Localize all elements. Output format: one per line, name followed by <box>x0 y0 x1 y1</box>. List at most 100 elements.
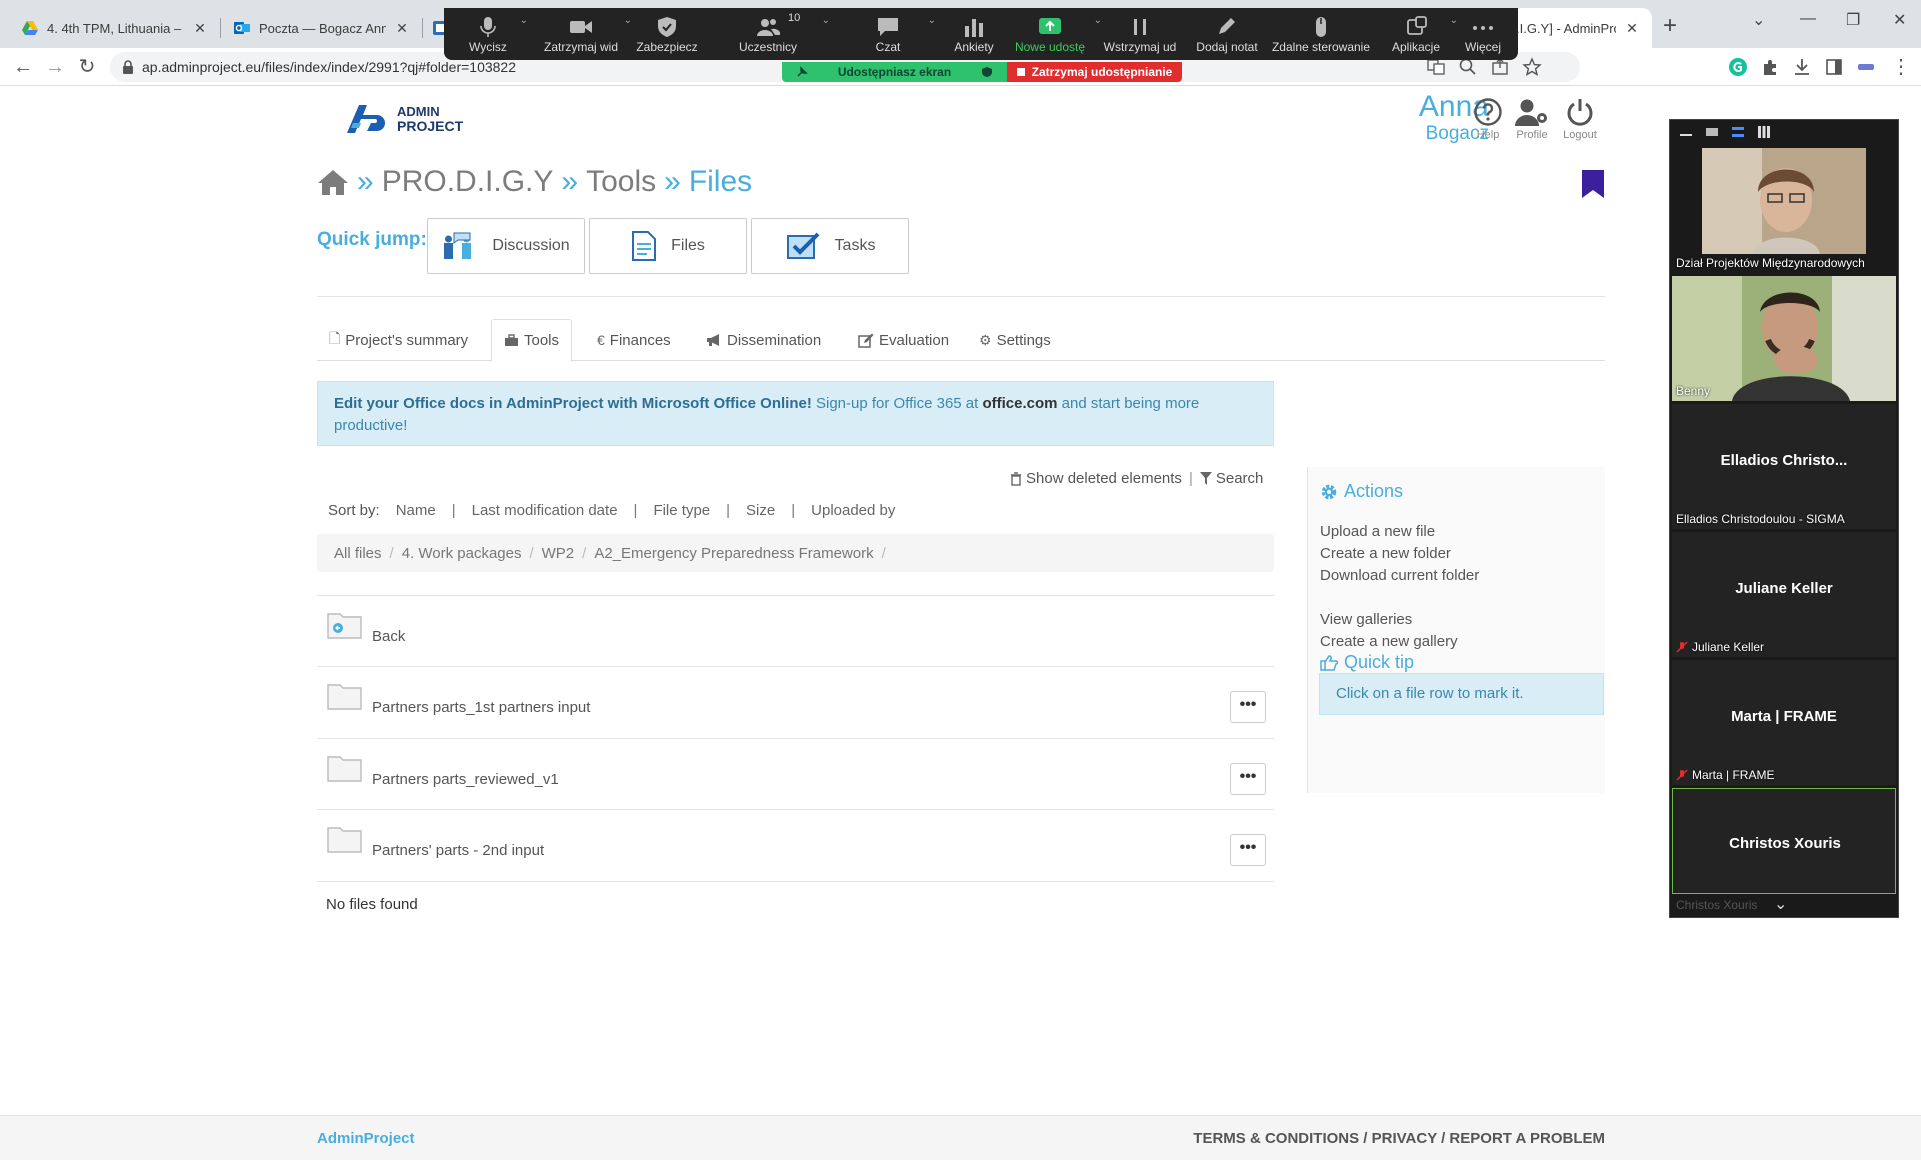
grammarly-icon[interactable] <box>1728 57 1748 77</box>
tab-projects-summary[interactable]: 🗋 Project's summary <box>317 319 480 361</box>
restore-icon[interactable]: ❐ <box>1846 10 1860 30</box>
new-tab-icon[interactable]: + <box>1663 12 1677 40</box>
profile-button[interactable]: Profile <box>1514 97 1550 141</box>
apps-button[interactable]: Aplikacje ⌄ <box>1378 8 1458 60</box>
breadcrumb-tools[interactable]: Tools <box>586 165 656 199</box>
participants-button[interactable]: Uczestnicy 10 ⌄ <box>730 8 830 60</box>
tab-finances[interactable]: € Finances <box>585 319 683 361</box>
folder-options-button[interactable]: ••• <box>1230 834 1266 866</box>
chat-button[interactable]: Czat ⌄ <box>860 8 936 60</box>
tab-tools[interactable]: Tools <box>491 319 573 362</box>
participant-tile[interactable]: Elladios Christo... Elladios Christodoul… <box>1672 404 1896 529</box>
home-icon[interactable] <box>317 168 349 196</box>
tab-settings[interactable]: ⚙ Settings <box>967 319 1063 361</box>
euro-icon: € <box>597 332 605 348</box>
quick-jump-discussion[interactable]: Discussion <box>427 218 585 274</box>
browser-tab-adminproject[interactable]: .I.G.Y] - AdminProject ✕ <box>1512 8 1652 48</box>
folder-name[interactable]: Partners parts_1st partners input <box>372 699 590 716</box>
participant-tile-active-speaker[interactable]: Christos Xouris <box>1672 788 1896 894</box>
folder-options-button[interactable]: ••• <box>1230 763 1266 795</box>
browser-menu-icon[interactable]: ⋮ <box>1890 56 1912 78</box>
close-tab-icon[interactable]: ✕ <box>394 20 410 37</box>
download-icon[interactable] <box>1792 57 1812 77</box>
sharing-indicator[interactable]: Udostępniasz ekran <box>782 62 1007 82</box>
mute-button[interactable]: Wycisz ⌄ <box>454 8 528 60</box>
security-button[interactable]: Zabezpiecz <box>630 8 704 60</box>
quick-jump-tasks[interactable]: Tasks <box>751 218 909 274</box>
tab-search-icon[interactable]: ⌄ <box>1752 10 1765 30</box>
profile-extension-icon[interactable] <box>1856 57 1876 77</box>
close-tab-icon[interactable]: ✕ <box>192 20 208 37</box>
polls-button[interactable]: Ankiety <box>940 8 1008 60</box>
sidebar-toggle-icon[interactable] <box>1824 57 1844 77</box>
scroll-down-chevron-icon[interactable]: ⌄ <box>1774 894 1787 914</box>
back-row[interactable]: Back <box>317 595 1274 667</box>
folder-name[interactable]: Partners parts_reviewed_v1 <box>372 771 559 788</box>
footer-links[interactable]: TERMS & CONDITIONS / PRIVACY / REPORT A … <box>1193 1130 1605 1147</box>
zoom-magnifier-icon[interactable] <box>1458 57 1478 77</box>
sort-by-modification-date[interactable]: Last modification date <box>472 502 618 519</box>
folder-row[interactable]: Partners' parts - 2nd input ••• <box>317 809 1274 881</box>
minimize-icon[interactable]: — <box>1800 10 1816 28</box>
tab-evaluation[interactable]: Evaluation <box>846 319 961 361</box>
path-work-packages[interactable]: 4. Work packages <box>402 545 522 562</box>
quick-jump-files[interactable]: Files <box>589 218 747 274</box>
create-new-folder-link[interactable]: Create a new folder <box>1320 545 1451 562</box>
sort-by-uploaded-by[interactable]: Uploaded by <box>811 502 895 519</box>
forward-arrow-icon[interactable]: → <box>44 56 66 78</box>
breadcrumb-project[interactable]: PRO.D.I.G.Y <box>382 165 554 199</box>
bookmark-star-icon[interactable] <box>1522 57 1542 77</box>
quick-jump-label-text: Discussion <box>492 237 570 254</box>
close-window-icon[interactable]: ✕ <box>1893 10 1906 30</box>
path-current-folder[interactable]: A2_Emergency Preparedness Framework <box>594 545 873 562</box>
folder-row[interactable]: Partners parts_1st partners input ••• <box>317 666 1274 738</box>
reload-icon[interactable]: ↻ <box>76 56 98 78</box>
strip-view-icon[interactable] <box>1732 127 1744 137</box>
office-com-link[interactable]: office.com <box>982 395 1057 412</box>
chat-icon <box>878 18 898 36</box>
share-icon[interactable] <box>1490 57 1510 77</box>
pencil-icon <box>1219 18 1235 34</box>
chevron-down-icon[interactable]: ⌄ <box>928 15 936 26</box>
create-new-gallery-link[interactable]: Create a new gallery <box>1320 633 1458 650</box>
extensions-puzzle-icon[interactable] <box>1760 57 1780 77</box>
logout-button[interactable]: Logout <box>1562 97 1598 141</box>
sort-by-file-type[interactable]: File type <box>653 502 710 519</box>
close-tab-icon[interactable]: ✕ <box>1624 20 1640 37</box>
browser-tab-outlook[interactable]: Poczta — Bogacz Anna — Outlook ✕ <box>222 8 422 48</box>
sort-by-name[interactable]: Name <box>396 502 436 519</box>
path-all-files[interactable]: All files <box>334 545 382 562</box>
participant-tile[interactable]: Marta | FRAME Marta | FRAME <box>1672 660 1896 785</box>
remote-control-button[interactable]: Zdalne sterowanie <box>1262 8 1380 60</box>
chevron-down-icon[interactable]: ⌄ <box>822 15 830 26</box>
folder-name[interactable]: Partners' parts - 2nd input <box>372 842 544 859</box>
path-wp2[interactable]: WP2 <box>542 545 575 562</box>
back-arrow-icon[interactable]: ← <box>12 56 34 78</box>
sort-by-size[interactable]: Size <box>746 502 775 519</box>
folder-options-button[interactable]: ••• <box>1230 691 1266 723</box>
minimize-panel-icon[interactable] <box>1680 134 1692 136</box>
search-link[interactable]: Search <box>1216 470 1264 487</box>
show-deleted-elements-link[interactable]: Show deleted elements <box>1026 470 1182 487</box>
participant-tile[interactable]: Dział Projektów Międzynarodowych <box>1672 148 1896 273</box>
tab-dissemination[interactable]: Dissemination <box>694 319 833 361</box>
participant-tile[interactable]: Benny <box>1672 276 1896 401</box>
participant-tile[interactable]: Juliane Keller Juliane Keller <box>1672 532 1896 657</box>
help-button[interactable]: Help <box>1470 97 1506 141</box>
participant-name: Benny <box>1676 384 1711 398</box>
more-button[interactable]: Więcej <box>1456 8 1510 60</box>
translate-icon[interactable] <box>1426 57 1446 77</box>
adminproject-logo[interactable]: ADMIN PROJECT <box>345 101 485 137</box>
folder-row[interactable]: Partners parts_reviewed_v1 ••• <box>317 738 1274 810</box>
grid-view-icon[interactable] <box>1758 126 1770 138</box>
view-galleries-link[interactable]: View galleries <box>1320 611 1412 628</box>
download-current-folder-link[interactable]: Download current folder <box>1320 567 1479 584</box>
chevron-down-icon[interactable]: ⌄ <box>520 15 528 26</box>
browser-tab-google-drive[interactable]: 4. 4th TPM, Lithuania – Dysk Google ✕ <box>10 8 220 48</box>
bookmark-icon[interactable] <box>1581 169 1605 199</box>
stop-sharing-button[interactable]: Zatrzymaj udostępnianie <box>1007 62 1182 82</box>
upload-new-file-link[interactable]: Upload a new file <box>1320 523 1435 540</box>
single-view-icon[interactable] <box>1706 128 1718 136</box>
stop-video-button[interactable]: Zatrzymaj wid ⌄ <box>540 8 632 60</box>
footer-brand-link[interactable]: AdminProject <box>317 1130 415 1147</box>
